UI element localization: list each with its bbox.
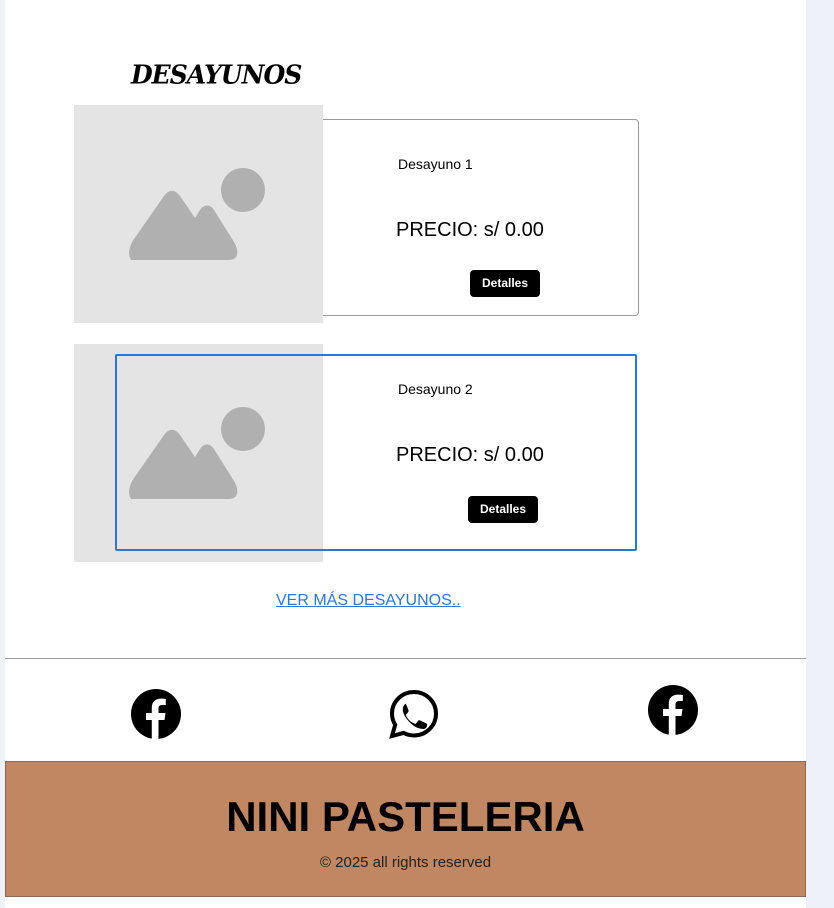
whatsapp-icon[interactable]: [389, 689, 439, 739]
section-title: DESAYUNOS: [131, 59, 302, 90]
details-button[interactable]: Detalles: [468, 496, 539, 523]
product-name: Desayuno 2: [398, 381, 473, 397]
product-name: Desayuno 1: [398, 156, 473, 172]
divider: [5, 658, 806, 659]
facebook-icon[interactable]: [131, 689, 181, 739]
image-placeholder-icon: [129, 168, 265, 260]
details-button[interactable]: Detalles: [470, 270, 541, 297]
footer-brand-title: NINI PASTELERIA: [226, 793, 585, 840]
footer: NINI PASTELERIA © 2025 all rights reserv…: [5, 761, 806, 897]
page: DESAYUNOS Desayuno 1 PRECIO: s/ 0.00 Det…: [5, 0, 806, 908]
product-price: PRECIO: s/ 0.00: [396, 444, 544, 466]
view-more-link[interactable]: VER MÁS DESAYUNOS..: [276, 592, 461, 610]
product-card-focused[interactable]: [115, 354, 637, 551]
footer-copyright: © 2025 all rights reserved: [319, 854, 492, 871]
product-image-placeholder: [74, 105, 323, 323]
facebook-icon[interactable]: [648, 685, 698, 735]
product-price: PRECIO: s/ 0.00: [396, 219, 544, 241]
